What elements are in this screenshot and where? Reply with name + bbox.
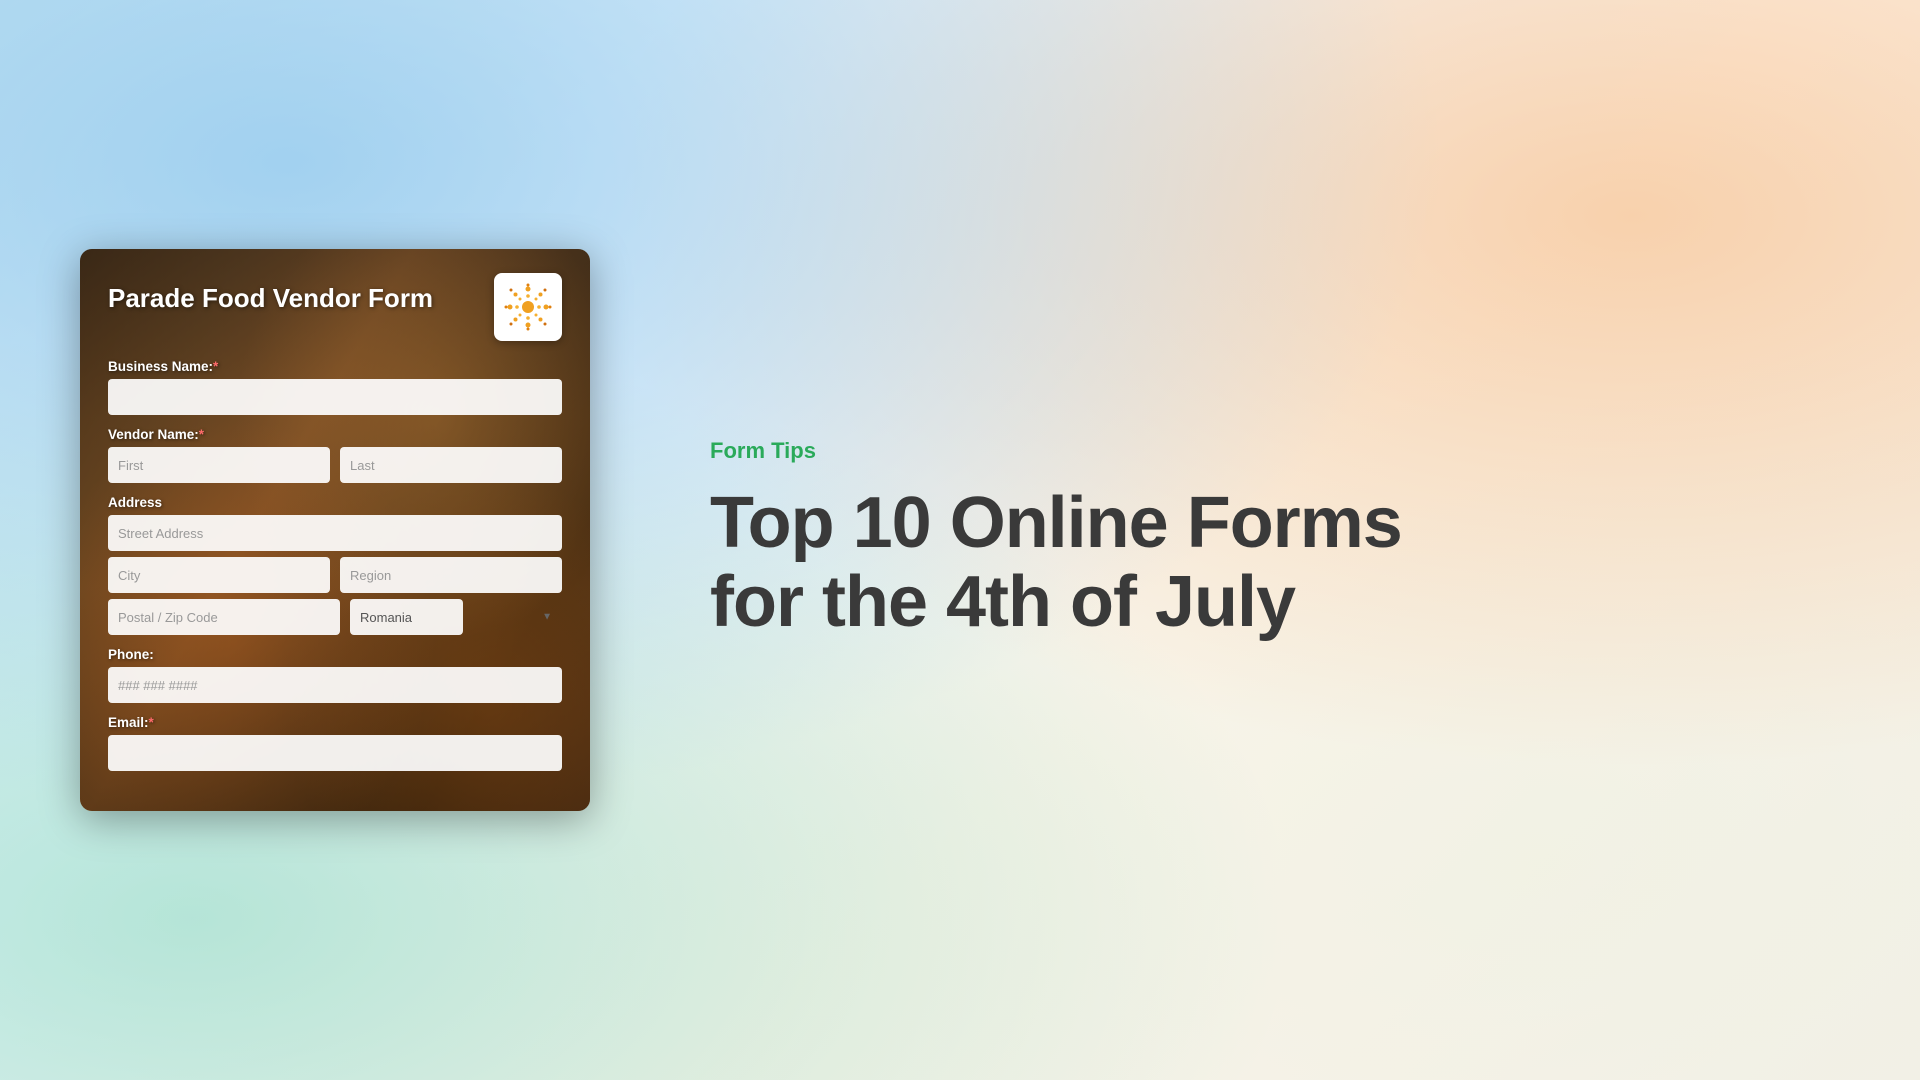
phone-label: Phone: bbox=[108, 647, 562, 662]
country-select-wrapper: Romania United States United Kingdom Fra… bbox=[350, 599, 562, 635]
vendor-name-required: * bbox=[199, 427, 204, 442]
email-label: Email:* bbox=[108, 715, 562, 730]
article-title: Top 10 Online Forms for the 4th of July bbox=[710, 484, 1780, 642]
form-title: Parade Food Vendor Form bbox=[108, 283, 478, 314]
country-select[interactable]: Romania United States United Kingdom Fra… bbox=[350, 599, 463, 635]
business-name-input[interactable] bbox=[108, 379, 562, 415]
business-name-label: Business Name:* bbox=[108, 359, 562, 374]
article-content: Form Tips Top 10 Online Forms for the 4t… bbox=[670, 398, 1840, 682]
email-input[interactable] bbox=[108, 735, 562, 771]
address-section: Address Romania United States Un bbox=[108, 495, 562, 635]
fireworks-logo bbox=[502, 281, 554, 333]
phone-field: Phone: bbox=[108, 647, 562, 703]
postal-country-row: Romania United States United Kingdom Fra… bbox=[108, 599, 562, 635]
vendor-name-label: Vendor Name:* bbox=[108, 427, 562, 442]
form-content: Parade Food Vendor Form bbox=[80, 249, 590, 811]
vendor-first-name-input[interactable] bbox=[108, 447, 330, 483]
vendor-name-field: Vendor Name:* bbox=[108, 427, 562, 483]
region-input[interactable] bbox=[340, 557, 562, 593]
city-region-row bbox=[108, 557, 562, 593]
page-content: Parade Food Vendor Form bbox=[0, 0, 1920, 1080]
logo-box bbox=[494, 273, 562, 341]
article-title-line2: for the 4th of July bbox=[710, 562, 1295, 642]
category-label: Form Tips bbox=[710, 438, 1780, 464]
postal-input[interactable] bbox=[108, 599, 340, 635]
business-name-required: * bbox=[213, 359, 218, 374]
form-header: Parade Food Vendor Form bbox=[108, 273, 562, 341]
phone-input[interactable] bbox=[108, 667, 562, 703]
vendor-name-row bbox=[108, 447, 562, 483]
article-title-line1: Top 10 Online Forms bbox=[710, 483, 1402, 563]
street-address-input[interactable] bbox=[108, 515, 562, 551]
email-required: * bbox=[149, 715, 154, 730]
form-card: Parade Food Vendor Form bbox=[80, 249, 590, 811]
address-label: Address bbox=[108, 495, 562, 510]
vendor-last-name-input[interactable] bbox=[340, 447, 562, 483]
business-name-field: Business Name:* bbox=[108, 359, 562, 415]
address-inputs: Romania United States United Kingdom Fra… bbox=[108, 515, 562, 635]
email-field: Email:* bbox=[108, 715, 562, 771]
city-input[interactable] bbox=[108, 557, 330, 593]
